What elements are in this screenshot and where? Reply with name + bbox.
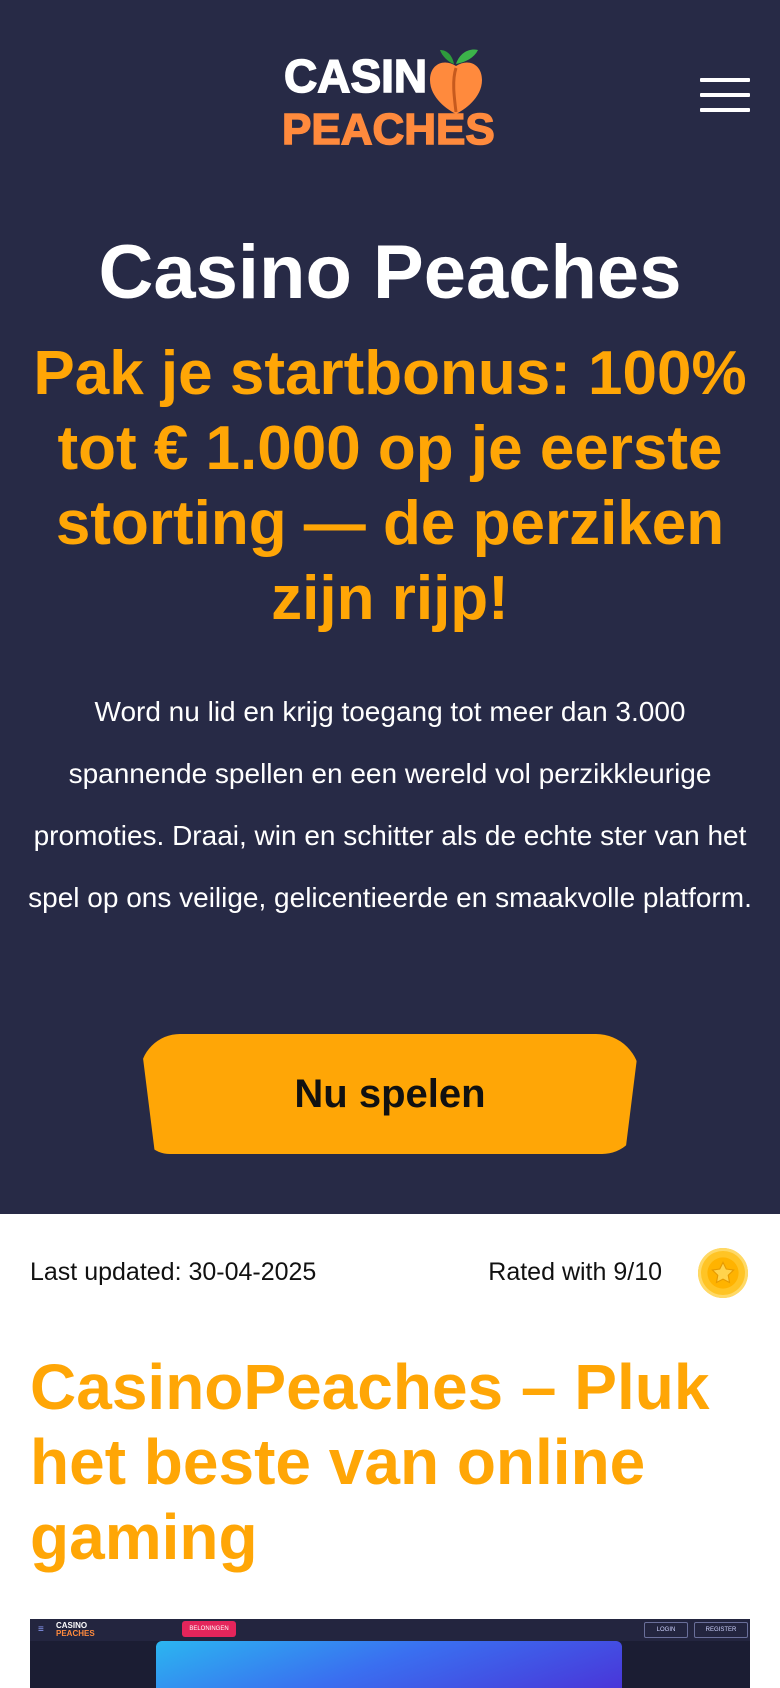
bonus-headline: Pak je startbonus: 100% tot € 1.000 op j… — [33, 339, 747, 633]
screenshot-logo-bottom: PEACHES — [56, 1629, 95, 1638]
screenshot-login-button: LOGIN — [644, 1622, 688, 1638]
screenshot-rewards-button: BELONINGEN — [182, 1621, 236, 1637]
screenshot-menu-icon: ≡ — [38, 1624, 44, 1635]
hero-section: CASIN PEACHES Casino Peaches Pak je star… — [0, 0, 780, 1214]
screenshot-logo: CASINO PEACHES — [56, 1622, 95, 1638]
site-screenshot-image: ≡ CASINO PEACHES BELONINGEN LOGIN REGIST… — [30, 1619, 750, 1688]
article-title: CasinoPeaches – Pluk het beste van onlin… — [30, 1351, 710, 1573]
menu-line — [700, 108, 750, 112]
screenshot-topbar — [30, 1619, 750, 1641]
play-now-button[interactable]: Nu spelen — [140, 1034, 640, 1154]
casino-peaches-logo[interactable]: CASIN PEACHES — [284, 44, 498, 148]
hero-title: Casino Peaches — [98, 230, 682, 315]
last-updated-text: Last updated: 30-04-2025 — [30, 1258, 317, 1286]
hero-description: Word nu lid en krijg toegang tot meer da… — [28, 696, 752, 913]
hamburger-menu-icon[interactable] — [700, 78, 750, 114]
star-icon — [698, 1248, 748, 1298]
menu-line — [700, 78, 750, 82]
screenshot-register-button: REGISTER — [694, 1622, 748, 1638]
logo-text-top: CASIN — [284, 50, 427, 102]
logo-text-bottom: PEACHES — [284, 105, 495, 148]
review-meta: Last updated: 30-04-2025 Rated with 9/10 — [0, 1214, 780, 1334]
rating-text: Rated with 9/10 — [488, 1258, 662, 1286]
screenshot-banner — [156, 1641, 622, 1688]
menu-line — [700, 93, 750, 97]
